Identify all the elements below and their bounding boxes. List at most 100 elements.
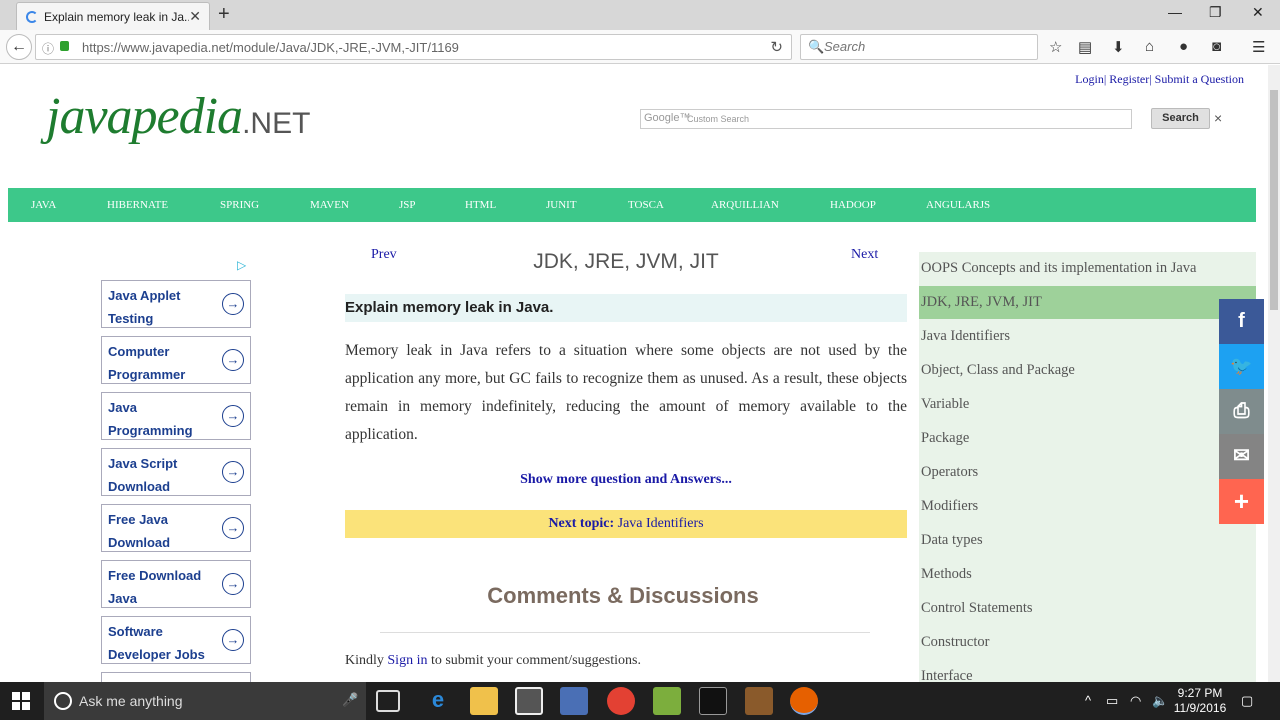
cortana-search-box[interactable]: Ask me anything 🎤 [44, 682, 366, 720]
close-window-button[interactable]: ✕ [1252, 4, 1264, 21]
menu-hamburger-icon[interactable]: ☰ [1252, 38, 1265, 56]
site-logo[interactable]: javapedia.NET [46, 87, 310, 146]
browser-tab[interactable]: Explain memory leak in Ja... ✕ [16, 2, 210, 30]
menu-item-hadoop[interactable]: HADOOP [830, 199, 876, 211]
arrow-right-icon: → [222, 461, 244, 483]
email-icon[interactable]: ✉ [1219, 434, 1264, 479]
page-scrollbar[interactable] [1268, 65, 1280, 682]
browser-search-input[interactable] [824, 39, 1024, 54]
terminal-icon[interactable] [699, 687, 727, 715]
sidebar-item-active[interactable]: JDK, JRE, JVM, JIT [919, 286, 1256, 319]
app-icon[interactable] [560, 687, 588, 715]
menu-item-maven[interactable]: MAVEN [310, 199, 349, 211]
ad-link[interactable]: Java Applet Testing → [101, 280, 251, 328]
answer-text: Memory leak in Java refers to a situatio… [345, 342, 907, 443]
maximize-button[interactable]: ❐ [1209, 4, 1222, 21]
print-icon[interactable]: ⎙ [1219, 389, 1264, 434]
ad-link[interactable]: Java Script Download → [101, 448, 251, 496]
scrollbar-thumb[interactable] [1270, 90, 1278, 310]
plus-icon[interactable]: + [1219, 479, 1264, 524]
ad-link[interactable]: Free Java Download → [101, 504, 251, 552]
clear-search-icon[interactable]: × [1214, 110, 1222, 126]
menu-item-jsp[interactable]: JSP [399, 199, 416, 211]
facebook-icon[interactable]: f [1219, 299, 1264, 344]
sidebar-item[interactable]: Package [919, 422, 1256, 455]
sidebar-item[interactable]: OOPS Concepts and its implementation in … [919, 252, 1256, 285]
browser-search-box[interactable]: 🔍 [800, 34, 1038, 60]
firefox-icon[interactable] [790, 687, 818, 715]
tab-title: Explain memory leak in Ja... [44, 10, 189, 24]
ad-link[interactable]: Java Programming → [101, 392, 251, 440]
next-topic-label: Next topic: [548, 516, 615, 531]
sidebar-item[interactable]: Object, Class and Package [919, 354, 1256, 387]
adchoices-icon[interactable]: ▷ [237, 258, 246, 272]
ad-link[interactable]: Computer Programmer → [101, 336, 251, 384]
ad-link[interactable]: Free Download Java → [101, 560, 251, 608]
google-custom-search-input[interactable]: Google™ Custom Search [640, 109, 1132, 129]
download-icon[interactable]: ⬇ [1112, 38, 1125, 56]
sidebar-item[interactable]: Modifiers [919, 490, 1256, 523]
ad-link-partial[interactable] [101, 672, 251, 682]
edge-icon[interactable]: e [424, 687, 452, 715]
notification-icon[interactable]: ▢ [1241, 693, 1253, 709]
address-bar[interactable]: ⓘ https://www.javapedia.net/module/Java/… [35, 34, 792, 60]
sidebar-item[interactable]: Constructor [919, 626, 1256, 659]
sidebar-item[interactable]: Operators [919, 456, 1256, 489]
divider [380, 632, 870, 633]
chevron-up-icon[interactable]: ^ [1085, 693, 1091, 708]
sidebar-item[interactable]: Control Statements [919, 592, 1256, 625]
menu-item-arquillian[interactable]: ARQUILLIAN [711, 199, 779, 211]
bookmark-star-icon[interactable]: ☆ [1049, 38, 1062, 56]
sidebar-item[interactable]: Data types [919, 524, 1256, 557]
menu-item-java[interactable]: JAVA [31, 199, 56, 211]
clock[interactable]: 9:27 PM 11/9/2016 [1172, 686, 1228, 716]
search-button[interactable]: Search [1151, 108, 1210, 129]
home-icon[interactable]: ⌂ [1145, 38, 1154, 55]
app-icon[interactable] [745, 687, 773, 715]
twitter-icon[interactable]: 🐦 [1219, 344, 1264, 389]
reload-icon[interactable]: ↻ [770, 38, 783, 56]
arrow-right-icon: → [222, 293, 244, 315]
new-tab-button[interactable]: + [218, 3, 230, 26]
next-topic-link[interactable]: Java Identifiers [618, 516, 704, 531]
sidebar-item[interactable]: Interface [919, 660, 1256, 682]
sidebar-item[interactable]: Variable [919, 388, 1256, 421]
sidebar-item[interactable]: Java Identifiers [919, 320, 1256, 353]
close-tab-icon[interactable]: ✕ [189, 8, 201, 25]
cortana-icon [54, 692, 72, 710]
cortana-placeholder: Ask me anything [79, 693, 183, 709]
store-icon[interactable] [515, 687, 543, 715]
menu-item-angularjs[interactable]: ANGULARJS [926, 199, 990, 211]
chat-icon[interactable]: ● [1179, 38, 1188, 55]
windows-start-icon[interactable] [12, 692, 30, 710]
minimize-button[interactable]: — [1168, 4, 1182, 20]
google-label: Google™ [644, 112, 691, 124]
app-icon[interactable] [653, 687, 681, 715]
microphone-icon[interactable]: 🎤 [342, 692, 358, 708]
file-explorer-icon[interactable] [470, 687, 498, 715]
url-text[interactable]: https://www.javapedia.net/module/Java/JD… [82, 40, 459, 55]
battery-icon[interactable]: ▭ [1106, 693, 1118, 709]
menu-item-junit[interactable]: JUNIT [546, 199, 577, 211]
menu-item-hibernate[interactable]: HIBERNATE [107, 199, 168, 211]
arrow-right-icon: → [222, 405, 244, 427]
task-view-icon[interactable] [376, 690, 400, 712]
sidebar-item[interactable]: Methods [919, 558, 1256, 591]
pocket-icon[interactable]: ◙ [1212, 38, 1221, 55]
wifi-icon[interactable]: ◠ [1130, 693, 1141, 709]
sign-in-link[interactable]: Sign in [387, 653, 427, 668]
register-link[interactable]: Register [1109, 72, 1149, 86]
ad-link[interactable]: Software Developer Jobs → [101, 616, 251, 664]
menu-item-spring[interactable]: SPRING [220, 199, 259, 211]
login-link[interactable]: Login [1075, 72, 1104, 86]
info-icon[interactable]: ⓘ [42, 40, 54, 57]
volume-icon[interactable]: 🔈 [1152, 693, 1168, 709]
menu-item-tosca[interactable]: TOSCA [628, 199, 664, 211]
show-more-link[interactable]: Show more question and Answers... [345, 472, 907, 488]
submit-question-link[interactable]: Submit a Question [1155, 72, 1244, 86]
menu-item-html[interactable]: HTML [465, 199, 496, 211]
library-icon[interactable]: ▤ [1078, 38, 1092, 56]
back-button[interactable]: ← [6, 34, 32, 60]
chrome-icon[interactable] [607, 687, 635, 715]
account-links: Login| Register| Submit a Question [1075, 72, 1244, 86]
